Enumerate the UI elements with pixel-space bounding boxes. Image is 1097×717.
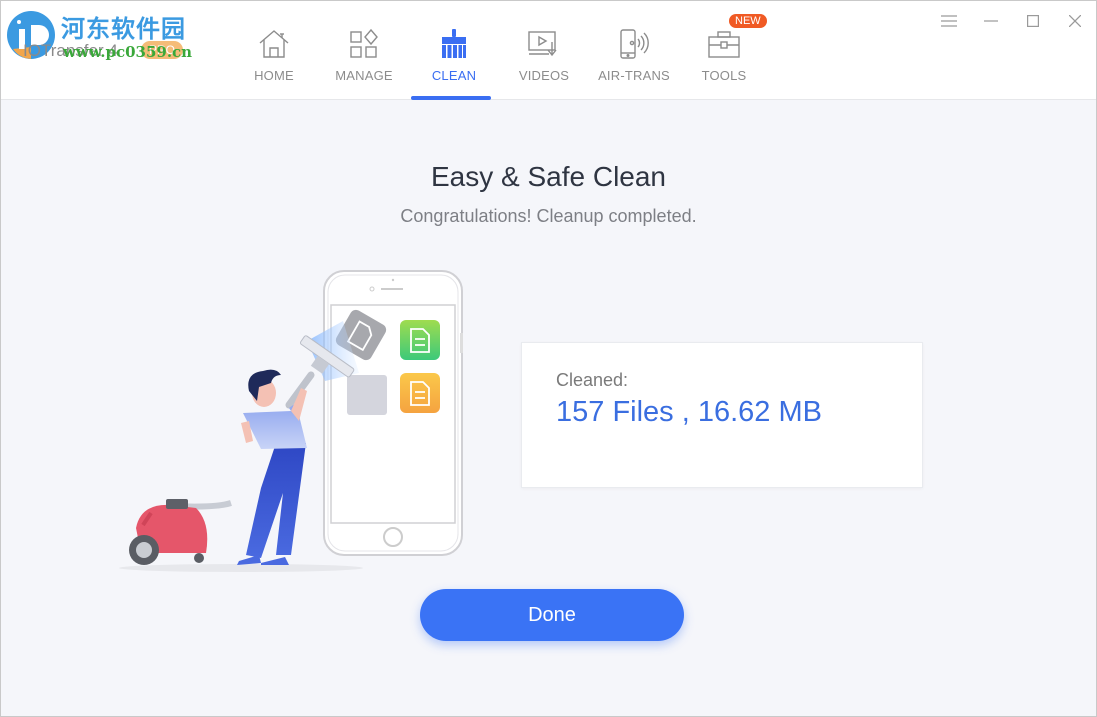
app-window: IOTransfer 4 PRO 河东软件园 www.pc0359.cn HOM… (0, 0, 1097, 717)
person-figure (237, 369, 307, 565)
watermark-text: 河东软件园 (61, 14, 186, 43)
tab-home-label: HOME (254, 68, 294, 83)
maximize-icon (1027, 15, 1039, 27)
tab-air-trans-label: AIR-TRANS (598, 68, 670, 83)
phone-wireless-icon (617, 28, 651, 60)
active-tab-indicator (411, 96, 491, 100)
top-bar: IOTransfer 4 PRO 河东软件园 www.pc0359.cn HOM… (1, 1, 1096, 100)
cleaned-label: Cleaned: (556, 370, 629, 390)
tab-videos-label: VIDEOS (518, 68, 570, 83)
phone-graphic (323, 270, 463, 556)
watermark-url: www.pc0359.cn (63, 43, 193, 61)
orange-file-icon (400, 373, 440, 413)
cleaned-summary: 157 Files , 16.62 MB (556, 396, 822, 428)
video-download-icon (527, 28, 561, 60)
tab-air-trans[interactable]: AIR-TRANS (589, 1, 679, 100)
clean-result-card: Cleaned: 157 Files , 16.62 MB (521, 342, 923, 488)
page-title: Easy & Safe Clean (430, 161, 667, 192)
minimize-button[interactable] (970, 1, 1012, 41)
toolbox-icon (707, 28, 741, 60)
tab-manage-label: MANAGE (335, 68, 393, 83)
tab-clean-label: CLEAN (431, 68, 477, 83)
tab-tools-label: TOOLS (701, 68, 747, 83)
home-icon (257, 28, 291, 60)
broom-icon (437, 28, 471, 60)
page-subtitle: Congratulations! Cleanup completed. (400, 206, 697, 226)
minimize-icon (984, 20, 998, 22)
tab-home[interactable]: HOME (229, 1, 319, 100)
new-badge: NEW (729, 14, 767, 28)
main-nav: HOME MANAGE CLEAN VIDEOS AIR-TRANS TOOLS… (229, 1, 769, 100)
window-controls (928, 1, 1096, 41)
green-file-icon (400, 320, 440, 360)
tab-tools[interactable]: TOOLS NEW (679, 1, 769, 100)
cleaning-illustration (119, 270, 463, 572)
manage-grid-icon (347, 28, 381, 60)
tab-clean[interactable]: CLEAN (409, 1, 499, 100)
removed-app-placeholder (347, 375, 387, 415)
done-button[interactable]: Done (420, 589, 684, 641)
vacuum-cleaner-body (129, 499, 208, 565)
close-button[interactable] (1054, 1, 1096, 41)
close-icon (1069, 15, 1081, 27)
brand-area: IOTransfer 4 PRO 河东软件园 www.pc0359.cn (1, 1, 231, 100)
floor-shadow (119, 564, 363, 572)
tab-videos[interactable]: VIDEOS (499, 1, 589, 100)
menu-button[interactable] (928, 1, 970, 41)
tab-manage[interactable]: MANAGE (319, 1, 409, 100)
menu-icon (941, 15, 957, 27)
maximize-button[interactable] (1012, 1, 1054, 41)
